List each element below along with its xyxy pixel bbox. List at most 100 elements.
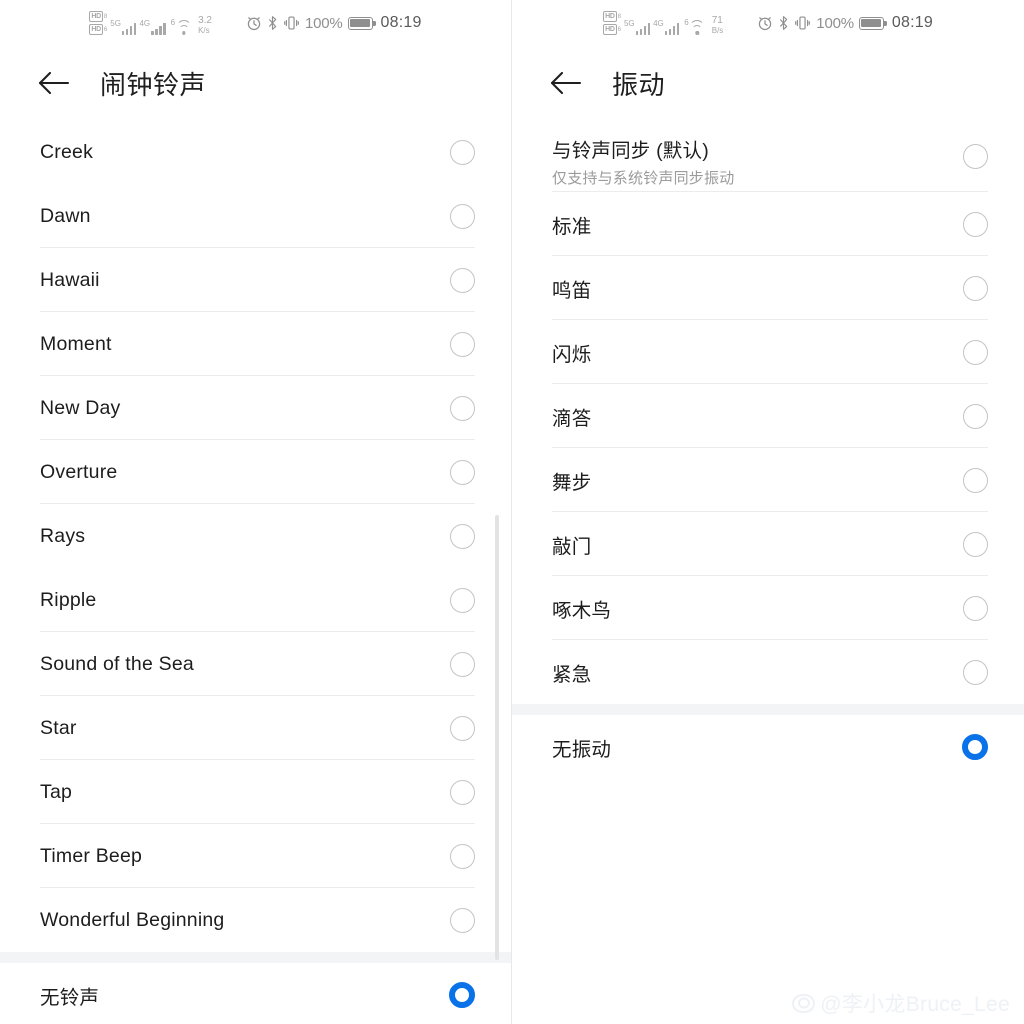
list-item-labels: Hawaii <box>40 269 450 292</box>
radio-unselected[interactable] <box>450 843 475 869</box>
signal-sim2: 4G <box>653 20 680 35</box>
list-item[interactable]: Moment <box>0 312 511 376</box>
radio-unselected[interactable] <box>963 211 988 237</box>
list-item-label: Dawn <box>40 204 91 227</box>
list-item[interactable]: Timer Beep <box>0 824 511 888</box>
radio-unselected[interactable] <box>963 275 988 301</box>
list-item-label: 舞步 <box>552 471 592 494</box>
radio-unselected[interactable] <box>450 779 475 805</box>
list-item[interactable]: 闪烁 <box>512 320 1024 384</box>
list-item-subtitle: 仅支持与系统铃声同步振动 <box>552 170 735 187</box>
wifi-indicator: 6 <box>684 18 705 35</box>
list-item-labels: Overture <box>40 461 450 484</box>
back-arrow-icon[interactable] <box>550 70 582 96</box>
list-item-label: 标准 <box>552 215 592 238</box>
radio-unselected[interactable] <box>963 144 988 169</box>
list-item-labels: Ripple <box>40 589 450 612</box>
list-item-label: Creek <box>40 140 94 163</box>
radio-unselected[interactable] <box>450 267 475 293</box>
list-item[interactable]: Star <box>0 696 511 760</box>
list-item-label: Tap <box>40 780 73 803</box>
wifi-generation-label: 6 <box>684 18 689 27</box>
list-item[interactable]: 啄木鸟 <box>512 576 1024 640</box>
list-item[interactable]: 舞步 <box>512 448 1024 512</box>
network-speed-unit: B/s <box>711 26 724 35</box>
list-item-labels: Star <box>40 717 450 740</box>
radio-unselected[interactable] <box>963 531 988 557</box>
list-item-label: Sound of the Sea <box>40 652 194 675</box>
status-clock: 08:19 <box>380 14 422 31</box>
radio-unselected[interactable] <box>450 139 475 165</box>
list-item[interactable]: 滴答 <box>512 384 1024 448</box>
status-network-group: HD 8 HD 6 5G 4G 6 3.2 K/s <box>89 11 212 35</box>
list-item[interactable]: 无铃声 <box>0 963 511 1024</box>
radio-unselected[interactable] <box>450 203 475 229</box>
list-item[interactable]: Creek <box>0 120 511 184</box>
list-item-labels: Sound of the Sea <box>40 653 450 676</box>
list-item[interactable]: Sound of the Sea <box>0 632 511 696</box>
list-item-labels: 滴答 <box>552 402 963 431</box>
list-item[interactable]: 紧急 <box>512 640 1024 704</box>
list-item[interactable]: 标准 <box>512 192 1024 256</box>
network-speed: 71 B/s <box>712 15 724 35</box>
list-item-label: 无振动 <box>552 738 612 761</box>
list-item-labels: 无铃声 <box>40 981 449 1010</box>
options-list-footer: 无振动 <box>512 715 1024 779</box>
battery-percent-label: 100% <box>304 14 343 32</box>
list-item-labels: Dawn <box>40 205 450 228</box>
network-speed: 3.2 K/s <box>198 15 212 35</box>
radio-unselected[interactable] <box>963 467 988 493</box>
list-item-label: 滴答 <box>552 407 592 430</box>
radio-selected[interactable] <box>962 734 988 760</box>
radio-unselected[interactable] <box>450 587 475 613</box>
options-list: 与铃声同步 (默认) 仅支持与系统铃声同步振动标准鸣笛闪烁滴答舞步敲门啄木鸟紧急 <box>512 120 1024 704</box>
list-item[interactable]: 敲门 <box>512 512 1024 576</box>
list-item[interactable]: Ripple <box>0 568 511 632</box>
list-item-label: Hawaii <box>40 268 100 291</box>
sim2-index: 6 <box>617 26 621 33</box>
radio-selected[interactable] <box>449 982 475 1008</box>
vertical-scrollbar[interactable] <box>495 515 499 960</box>
list-item[interactable]: 与铃声同步 (默认) 仅支持与系统铃声同步振动 <box>512 120 1024 192</box>
list-item-label: 敲门 <box>552 535 592 558</box>
radio-unselected[interactable] <box>450 651 475 677</box>
list-item[interactable]: 无振动 <box>512 715 1024 779</box>
radio-unselected[interactable] <box>450 523 475 549</box>
alarm-clock-icon <box>757 15 773 31</box>
list-item[interactable]: 鸣笛 <box>512 256 1024 320</box>
list-item-label: Rays <box>40 524 86 547</box>
list-item-label: Wonderful Beginning <box>40 908 225 931</box>
radio-unselected[interactable] <box>963 339 988 365</box>
list-item-labels: Wonderful Beginning <box>40 909 450 932</box>
list-item[interactable]: Dawn <box>0 184 511 248</box>
radio-unselected[interactable] <box>963 403 988 429</box>
radio-unselected[interactable] <box>450 395 475 421</box>
list-item-label: Timer Beep <box>40 844 143 867</box>
list-item[interactable]: New Day <box>0 376 511 440</box>
signal-sim1: 5G <box>624 20 651 35</box>
hd-badge-primary: HD <box>89 11 103 22</box>
radio-unselected[interactable] <box>963 595 988 621</box>
list-item-label: Moment <box>40 332 112 355</box>
list-item-labels: 啄木鸟 <box>552 594 963 623</box>
list-item-labels: Moment <box>40 333 450 356</box>
radio-unselected[interactable] <box>963 659 988 685</box>
radio-unselected[interactable] <box>450 715 475 741</box>
list-item[interactable]: Tap <box>0 760 511 824</box>
page-title: 振动 <box>612 69 666 100</box>
radio-unselected[interactable] <box>450 459 475 485</box>
radio-unselected[interactable] <box>450 331 475 357</box>
radio-unselected[interactable] <box>450 907 475 933</box>
list-item[interactable]: Overture <box>0 440 511 504</box>
volte-hd-icons: HD 8 HD 6 <box>89 11 107 35</box>
network-speed-value: 3.2 <box>198 15 212 26</box>
list-item-labels: Rays <box>40 525 450 548</box>
back-arrow-icon[interactable] <box>38 70 70 96</box>
network-speed-value: 71 <box>711 15 723 26</box>
list-item-labels: 闪烁 <box>552 338 963 367</box>
list-item-label: 啄木鸟 <box>552 599 612 622</box>
list-item[interactable]: Wonderful Beginning <box>0 888 511 952</box>
list-item[interactable]: Rays <box>0 504 511 568</box>
list-item-labels: 紧急 <box>552 658 963 687</box>
list-item[interactable]: Hawaii <box>0 248 511 312</box>
